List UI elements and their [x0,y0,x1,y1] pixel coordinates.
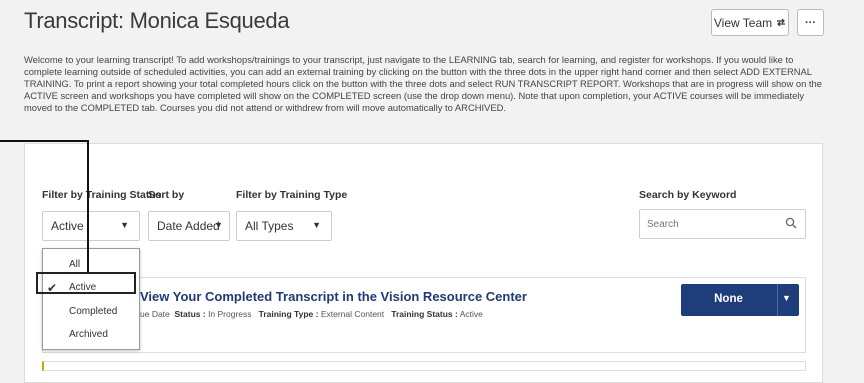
view-team-button[interactable]: View Team [711,9,789,36]
action-button[interactable]: None ▼ [681,284,799,316]
sort-value: Date Added [157,219,220,233]
caret-down-icon[interactable]: ▼ [782,293,791,303]
type-filter-label: Filter by Training Type [236,189,348,201]
button-divider [777,284,778,316]
action-button-label: None [714,293,743,305]
status-filter-label: Filter by Training Status [42,189,162,201]
type-meta-label: Training Type : [258,309,319,319]
callout-line [87,140,89,272]
status-option-completed[interactable]: Completed [69,306,117,317]
search-box[interactable] [639,209,806,239]
status-meta-label: Status : [174,309,206,319]
sort-select[interactable]: Date Added ▼ [148,211,230,241]
switch-icon [776,16,786,30]
callout-line [0,140,89,142]
caret-down-icon: ▼ [312,220,321,230]
training-status-meta-value: Active [459,309,483,319]
intro-text: Welcome to your learning transcript! To … [24,54,822,113]
status-option-all[interactable]: All [69,259,80,270]
caret-down-icon: ▼ [120,220,129,230]
next-item-card [42,361,806,371]
due-date-fragment: ue Date [140,309,170,319]
training-item-meta: ue Date Status : In Progress Training Ty… [140,309,483,319]
status-option-archived[interactable]: Archived [69,329,108,340]
caret-down-icon: ▼ [214,220,223,230]
more-options-icon: ··· [805,16,816,29]
sort-label: Sort by [148,189,185,201]
search-label: Search by Keyword [639,189,737,201]
status-filter-value: Active [51,219,84,233]
type-meta-value: External Content [320,309,385,319]
search-input[interactable] [645,218,779,231]
page-title: Transcript: Monica Esqueda [24,8,290,33]
status-meta-value: In Progress [208,309,252,319]
highlight-box [36,272,136,294]
status-dropdown-menu: All ✔ Active Completed Archived [42,248,140,350]
more-options-button[interactable]: ··· [797,9,824,36]
status-filter-select[interactable]: Active ▼ [42,211,140,241]
view-team-label: View Team [713,15,773,30]
type-filter-select[interactable]: All Types ▼ [236,211,332,241]
training-item-title[interactable]: View Your Completed Transcript in the Vi… [140,289,527,304]
type-filter-value: All Types [245,219,294,233]
search-icon[interactable] [785,216,797,234]
training-status-meta-label: Training Status : [391,309,458,319]
